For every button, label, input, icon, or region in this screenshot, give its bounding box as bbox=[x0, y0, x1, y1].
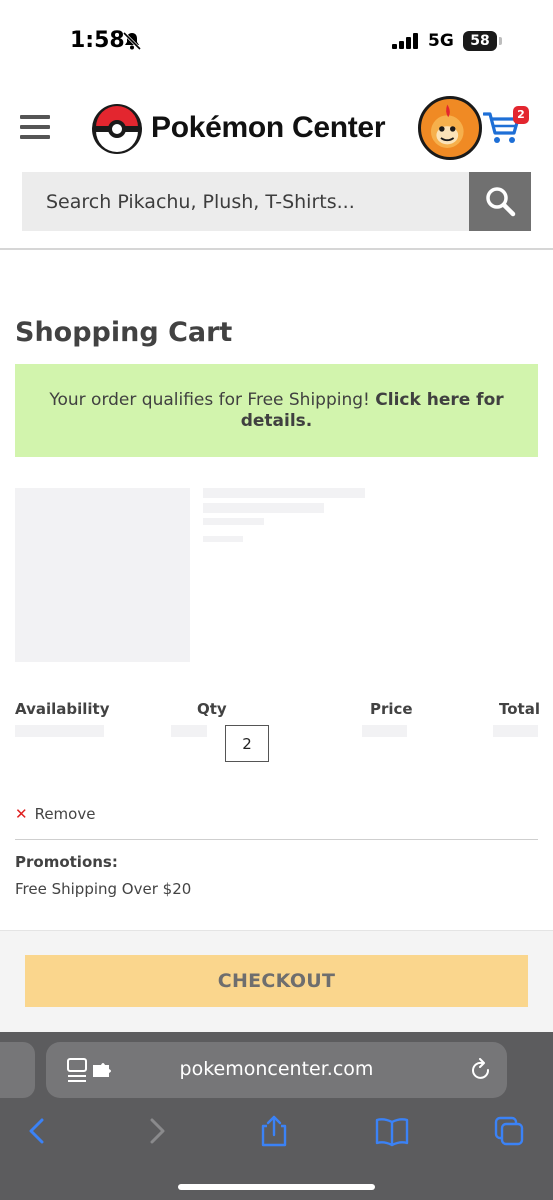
chevron-right-icon[interactable] bbox=[140, 1114, 176, 1148]
column-header-qty: Qty bbox=[197, 700, 227, 718]
address-bar[interactable]: pokemoncenter.com bbox=[46, 1042, 507, 1098]
hamburger-menu-icon[interactable] bbox=[20, 115, 50, 141]
page-title: Shopping Cart bbox=[15, 317, 233, 348]
product-detail-placeholder bbox=[203, 518, 264, 525]
chevron-left-icon[interactable] bbox=[22, 1114, 58, 1148]
checkout-bar: CHECKOUT bbox=[0, 930, 553, 1032]
previous-tab-handle[interactable] bbox=[0, 1042, 35, 1098]
pokeball-icon bbox=[92, 104, 142, 154]
checkout-button[interactable]: CHECKOUT bbox=[25, 955, 528, 1007]
remove-item-button[interactable]: ✕ Remove bbox=[15, 805, 95, 825]
logo-text: Pokémon Center bbox=[151, 111, 386, 144]
banner-message: Your order qualifies for Free Shipping! bbox=[49, 390, 370, 410]
search-bar bbox=[22, 172, 531, 231]
status-time: 1:58 bbox=[70, 28, 125, 53]
section-divider bbox=[15, 839, 538, 840]
browser-toolbar: pokemoncenter.com bbox=[0, 1032, 553, 1200]
promotion-item: Free Shipping Over $20 bbox=[15, 880, 192, 898]
avatar[interactable] bbox=[418, 96, 482, 160]
tabs-icon[interactable] bbox=[492, 1114, 528, 1148]
home-indicator bbox=[178, 1184, 375, 1190]
status-bar: 1:58 5G 58 bbox=[0, 0, 553, 80]
network-type: 5G bbox=[428, 31, 454, 51]
free-shipping-banner: Your order qualifies for Free Shipping! … bbox=[15, 364, 538, 457]
share-icon[interactable] bbox=[256, 1114, 292, 1148]
cellular-signal-icon bbox=[392, 33, 418, 49]
product-image-placeholder bbox=[15, 488, 190, 662]
product-name-placeholder bbox=[203, 503, 324, 513]
column-header-price: Price bbox=[370, 700, 413, 718]
search-button[interactable] bbox=[469, 172, 531, 231]
availability-placeholder bbox=[15, 725, 104, 737]
battery-nub bbox=[499, 37, 502, 45]
product-name-placeholder bbox=[203, 488, 365, 498]
battery-icon: 58 bbox=[463, 31, 497, 51]
battery-level: 58 bbox=[470, 33, 490, 49]
column-header-availability: Availability bbox=[15, 700, 110, 718]
bell-slash-icon bbox=[122, 31, 142, 51]
avatar-character-icon bbox=[430, 104, 464, 148]
magnifier-icon bbox=[486, 187, 516, 217]
site-header: Pokémon Center 2 bbox=[0, 80, 553, 250]
reload-icon[interactable] bbox=[470, 1058, 492, 1082]
site-logo[interactable]: Pokémon Center bbox=[91, 103, 401, 157]
price-placeholder bbox=[362, 725, 407, 737]
header-divider bbox=[0, 248, 553, 250]
cart-count-badge: 2 bbox=[513, 106, 529, 124]
remove-label: Remove bbox=[34, 805, 96, 823]
product-detail-placeholder bbox=[203, 536, 243, 542]
qty-placeholder bbox=[171, 725, 207, 737]
quantity-input[interactable] bbox=[225, 725, 269, 762]
x-icon: ✕ bbox=[15, 805, 28, 823]
promotions-heading: Promotions: bbox=[15, 853, 118, 871]
url-text: pokemoncenter.com bbox=[179, 1058, 374, 1080]
column-header-total: Total bbox=[499, 700, 540, 718]
total-placeholder bbox=[493, 725, 538, 737]
search-input[interactable] bbox=[22, 172, 469, 231]
book-icon[interactable] bbox=[374, 1114, 410, 1148]
